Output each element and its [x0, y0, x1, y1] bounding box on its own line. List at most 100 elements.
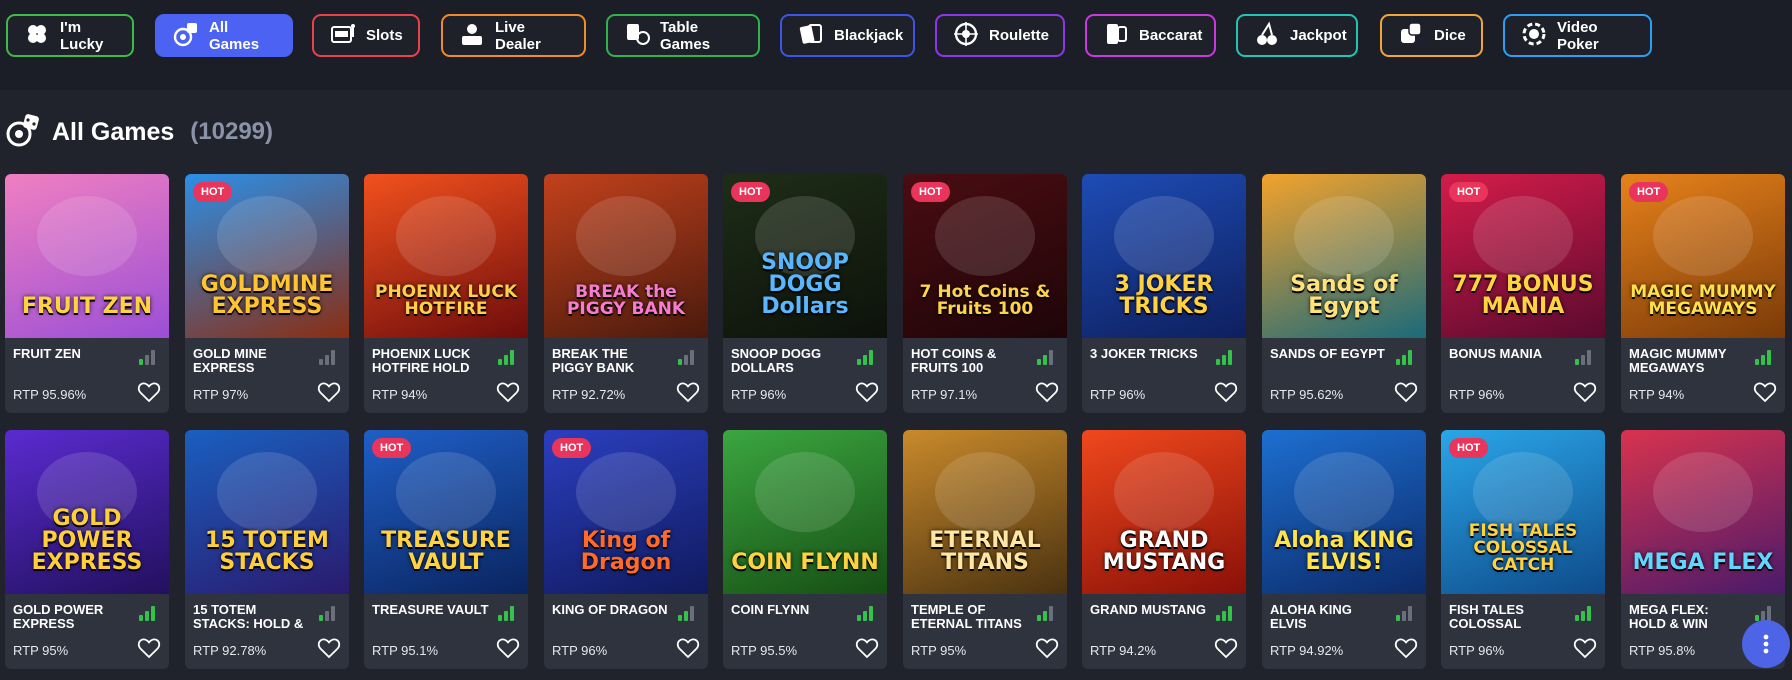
category-live-dealer[interactable]: Live Dealer — [441, 14, 586, 57]
game-card[interactable]: FRUIT ZEN FRUIT ZEN RTP 95.96% — [5, 174, 169, 413]
game-title: HOT COINS & FRUITS 100 — [911, 347, 997, 375]
game-thumbnail[interactable]: 15 TOTEM STACKS — [185, 430, 349, 594]
game-card[interactable]: BREAK the PIGGY BANK BREAK THE PIGGY BANK… — [544, 174, 708, 413]
cards-icon — [798, 21, 824, 51]
game-card[interactable]: Aloha KING ELVIS! ALOHA KING ELVIS RTP 94.… — [1262, 430, 1426, 669]
category-all-games[interactable]: All Games — [155, 14, 293, 57]
game-thumbnail[interactable]: Sands of Egypt — [1262, 174, 1426, 338]
game-thumbnail[interactable]: MAGIC MUMMY MEGAWAYS HOT — [1621, 174, 1785, 338]
favorite-heart-icon[interactable] — [1753, 381, 1777, 403]
game-card[interactable]: FISH TALES COLOSSAL CATCH HOT FISH TALES C… — [1441, 430, 1605, 669]
category-baccarat[interactable]: Baccarat — [1085, 14, 1216, 57]
game-thumbnail[interactable]: GOLDMINE EXPRESS HOT — [185, 174, 349, 338]
game-title: GOLD MINE EXPRESS — [193, 347, 267, 375]
game-card[interactable]: COIN FLYNN COIN FLYNN RTP 95.5% — [723, 430, 887, 669]
favorite-heart-icon[interactable] — [496, 637, 520, 659]
favorite-heart-icon[interactable] — [1573, 637, 1597, 659]
volatility-bar — [498, 359, 502, 365]
game-thumbnail[interactable]: ETERNAL TITANS — [903, 430, 1067, 594]
game-thumbnail[interactable]: 7 Hot Coins & Fruits 100 HOT — [903, 174, 1067, 338]
more-options-button[interactable] — [1742, 620, 1790, 668]
games-icon — [6, 112, 42, 153]
game-logo-text: FRUIT ZEN — [21, 294, 153, 319]
game-thumbnail[interactable]: GOLD POWER EXPRESS — [5, 430, 169, 594]
favorite-heart-icon[interactable] — [1214, 637, 1238, 659]
volatility-bar — [498, 615, 502, 621]
volatility-bar — [1216, 359, 1220, 365]
game-logo-text: GOLD POWER EXPRESS — [31, 506, 143, 575]
game-title: TREASURE VAULT — [372, 603, 489, 617]
volatility-bars-icon — [1575, 606, 1595, 621]
hot-badge: HOT — [1449, 182, 1489, 202]
favorite-heart-icon[interactable] — [855, 381, 879, 403]
category-label: Baccarat — [1139, 27, 1203, 44]
game-thumbnail[interactable]: 3 JOKER TRICKS — [1082, 174, 1246, 338]
game-thumbnail[interactable]: Aloha KING ELVIS! — [1262, 430, 1426, 594]
favorite-heart-icon[interactable] — [1214, 381, 1238, 403]
favorite-heart-icon[interactable] — [137, 381, 161, 403]
favorite-heart-icon[interactable] — [855, 637, 879, 659]
game-thumbnail[interactable]: COIN FLYNN — [723, 430, 887, 594]
game-thumbnail[interactable]: MEGA FLEX — [1621, 430, 1785, 594]
category-blackjack[interactable]: Blackjack — [780, 14, 915, 57]
game-card[interactable]: 15 TOTEM STACKS 15 TOTEM STACKS: HOLD & W… — [185, 430, 349, 669]
volatility-bars-icon — [1396, 350, 1416, 365]
category-i-m-lucky[interactable]: I'm Lucky — [6, 14, 134, 57]
game-card[interactable]: 777 BONUS MANIA HOT BONUS MANIA RTP 96% — [1441, 174, 1605, 413]
volatility-bar — [1575, 359, 1579, 365]
thumbnail-art-glow — [576, 196, 676, 276]
volatility-bar — [1761, 355, 1765, 365]
favorite-heart-icon[interactable] — [317, 381, 341, 403]
game-card[interactable]: King of Dragon HOT KING OF DRAGON RTP 96% — [544, 430, 708, 669]
volatility-bar — [1228, 606, 1232, 621]
games-section: All Games (10299) FRUIT ZEN FRUIT ZEN RTP … — [0, 90, 1792, 680]
game-logo-text: TREASURE VAULT — [381, 528, 511, 575]
favorite-heart-icon[interactable] — [1573, 381, 1597, 403]
game-rtp: RTP 94.2% — [1090, 643, 1157, 658]
favorite-heart-icon[interactable] — [1394, 381, 1418, 403]
category-dice[interactable]: Dice — [1380, 14, 1483, 57]
game-card[interactable]: 7 Hot Coins & Fruits 100 HOT HOT COINS & F… — [903, 174, 1067, 413]
game-logo-text: COIN FLYNN — [731, 550, 879, 575]
game-thumbnail[interactable]: FISH TALES COLOSSAL CATCH HOT — [1441, 430, 1605, 594]
favorite-heart-icon[interactable] — [676, 381, 700, 403]
favorite-heart-icon[interactable] — [1035, 381, 1059, 403]
game-card[interactable]: Sands of Egypt SANDS OF EGYPT RTP 95.62% — [1262, 174, 1426, 413]
game-card[interactable]: GRAND MUSTANG GRAND MUSTANG RTP 94.2% — [1082, 430, 1246, 669]
game-card[interactable]: GOLD POWER EXPRESS GOLD POWER EXPRESS RTP … — [5, 430, 169, 669]
game-thumbnail[interactable]: BREAK the PIGGY BANK — [544, 174, 708, 338]
game-thumbnail[interactable]: SNOOP DOGG Dollars HOT — [723, 174, 887, 338]
category-jackpot[interactable]: Jackpot — [1236, 14, 1358, 57]
game-logo-text: PHOENIX LUCK HOTFIRE — [374, 282, 517, 319]
category-video-poker[interactable]: Video Poker — [1503, 14, 1652, 57]
game-thumbnail[interactable]: King of Dragon HOT — [544, 430, 708, 594]
favorite-heart-icon[interactable] — [1035, 637, 1059, 659]
game-thumbnail[interactable]: GRAND MUSTANG — [1082, 430, 1246, 594]
favorite-heart-icon[interactable] — [317, 637, 341, 659]
favorite-heart-icon[interactable] — [137, 637, 161, 659]
thumbnail-art-glow — [1294, 196, 1394, 276]
game-card[interactable]: SNOOP DOGG Dollars HOT SNOOP DOGG DOLLARS R… — [723, 174, 887, 413]
category-table-games[interactable]: Table Games — [606, 14, 760, 57]
game-thumbnail[interactable]: PHOENIX LUCK HOTFIRE — [364, 174, 528, 338]
thumbnail-art-glow — [755, 452, 855, 532]
game-card[interactable]: MAGIC MUMMY MEGAWAYS HOT MAGIC MUMMY MEGAW… — [1621, 174, 1785, 413]
game-card[interactable]: ETERNAL TITANS TEMPLE OF ETERNAL TITANS RT… — [903, 430, 1067, 669]
game-card[interactable]: GOLDMINE EXPRESS HOT GOLD MINE EXPRESS RTP … — [185, 174, 349, 413]
game-thumbnail[interactable]: 777 BONUS MANIA HOT — [1441, 174, 1605, 338]
volatility-bar — [151, 350, 155, 365]
game-card[interactable]: 3 JOKER TRICKS 3 JOKER TRICKS RTP 96% — [1082, 174, 1246, 413]
game-card[interactable]: TREASURE VAULT HOT TREASURE VAULT RTP 95.1% — [364, 430, 528, 669]
game-thumbnail[interactable]: TREASURE VAULT HOT — [364, 430, 528, 594]
category-roulette[interactable]: Roulette — [935, 14, 1065, 57]
favorite-heart-icon[interactable] — [496, 381, 520, 403]
volatility-bar — [678, 359, 682, 365]
category-slots[interactable]: Slots — [312, 14, 420, 57]
volatility-bars-icon — [498, 350, 518, 365]
thumbnail-art-glow — [396, 452, 496, 532]
favorite-heart-icon[interactable] — [676, 637, 700, 659]
game-logo-text: 3 JOKER TRICKS — [1114, 272, 1214, 319]
favorite-heart-icon[interactable] — [1394, 637, 1418, 659]
game-thumbnail[interactable]: FRUIT ZEN — [5, 174, 169, 338]
game-card[interactable]: PHOENIX LUCK HOTFIRE PHOENIX LUCK HOTFIRE… — [364, 174, 528, 413]
